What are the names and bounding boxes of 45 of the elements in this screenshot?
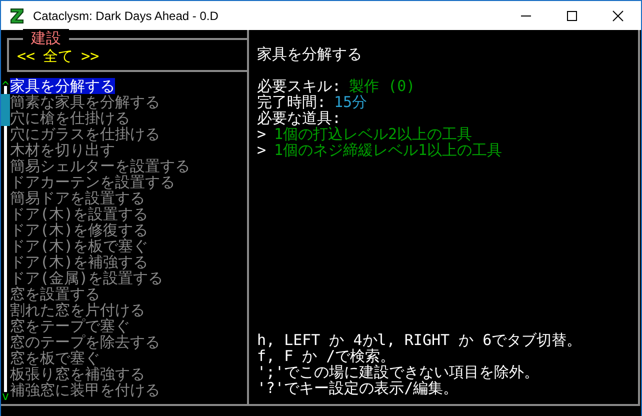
close-icon <box>612 10 624 22</box>
maximize-icon <box>566 10 578 22</box>
construction-list-item[interactable]: 割れた窓を片付ける <box>10 302 145 318</box>
skill-value: 製作 (0) <box>349 78 416 94</box>
construction-list-item[interactable]: 簡易ドアを設置する <box>10 190 145 206</box>
help-text: ';'でこの場に建設できない項目を除外。 <box>257 364 540 380</box>
construction-list-item[interactable]: 窓を板で塞ぐ <box>10 350 100 366</box>
time-value: 15分 <box>334 94 368 110</box>
construction-list-item[interactable]: 穴にガラスを仕掛ける <box>10 126 160 142</box>
help-text: f, F か /で検索。 <box>257 348 396 364</box>
tool-requirement: 1個のネジ締緩レベル1以上の工具 <box>274 142 502 158</box>
tool-requirement: 1個の打込レベル2以上の工具 <box>274 126 472 142</box>
construction-list-item[interactable]: 穴に槍を仕掛ける <box>10 110 130 126</box>
bullet-marker: > <box>257 126 266 142</box>
construction-list-item[interactable]: 窓のテープを除去する <box>10 334 160 350</box>
construction-list-item[interactable]: 簡素な家具を分解する <box>10 94 160 110</box>
construction-list-item[interactable]: 補強窓に装甲を付ける <box>10 382 160 398</box>
time-label: 完了時間: <box>257 94 326 110</box>
construction-list-item[interactable]: ドア(木)を設置する <box>10 206 148 222</box>
help-text: h, LEFT か 4かl, RIGHT か 6でタブ切替。 <box>257 332 583 348</box>
construction-list-item[interactable]: ドア(木)を修復する <box>10 222 148 238</box>
construction-list-item[interactable]: 家具を分解する <box>10 78 115 94</box>
detail-title: 家具を分解する <box>257 46 363 62</box>
construction-list-item[interactable]: 板張り窓を補強する <box>10 366 145 382</box>
construction-list-item[interactable]: 窓を設置する <box>10 286 100 302</box>
construction-list-item[interactable]: ドア(木)を補強する <box>10 254 148 270</box>
prev-tab-arrow[interactable]: << <box>17 48 36 64</box>
tools-label: 必要な道具: <box>257 110 342 126</box>
skill-label: 必要スキル: <box>257 78 342 94</box>
next-tab-arrow[interactable]: >> <box>81 48 100 64</box>
category-tab[interactable]: 全て <box>43 48 74 64</box>
scrollbar-thumb[interactable] <box>1 94 10 126</box>
construction-list-item[interactable]: ドア(木)を板で塞ぐ <box>10 238 148 254</box>
construction-list-item[interactable]: 窓をテープで塞ぐ <box>10 318 130 334</box>
window-title: Cataclysm: Dark Days Ahead - 0.D <box>33 8 220 22</box>
bullet-marker: > <box>257 142 266 158</box>
scroll-up-indicator: ^ <box>2 78 10 94</box>
construction-list-item[interactable]: ドア(金属)を設置する <box>10 270 164 286</box>
scroll-down-indicator: v <box>2 388 10 404</box>
construction-list-item[interactable]: ドアカーテンを設置する <box>10 174 175 190</box>
construction-list-item[interactable]: 木材を切り出す <box>10 142 115 158</box>
category-title: 建設 <box>23 29 69 47</box>
help-text: '?'でキー設定の表示/編集。 <box>257 380 458 396</box>
app-logo-icon <box>10 8 24 24</box>
construction-list-item[interactable]: 簡易シェルターを設置する <box>10 158 190 174</box>
